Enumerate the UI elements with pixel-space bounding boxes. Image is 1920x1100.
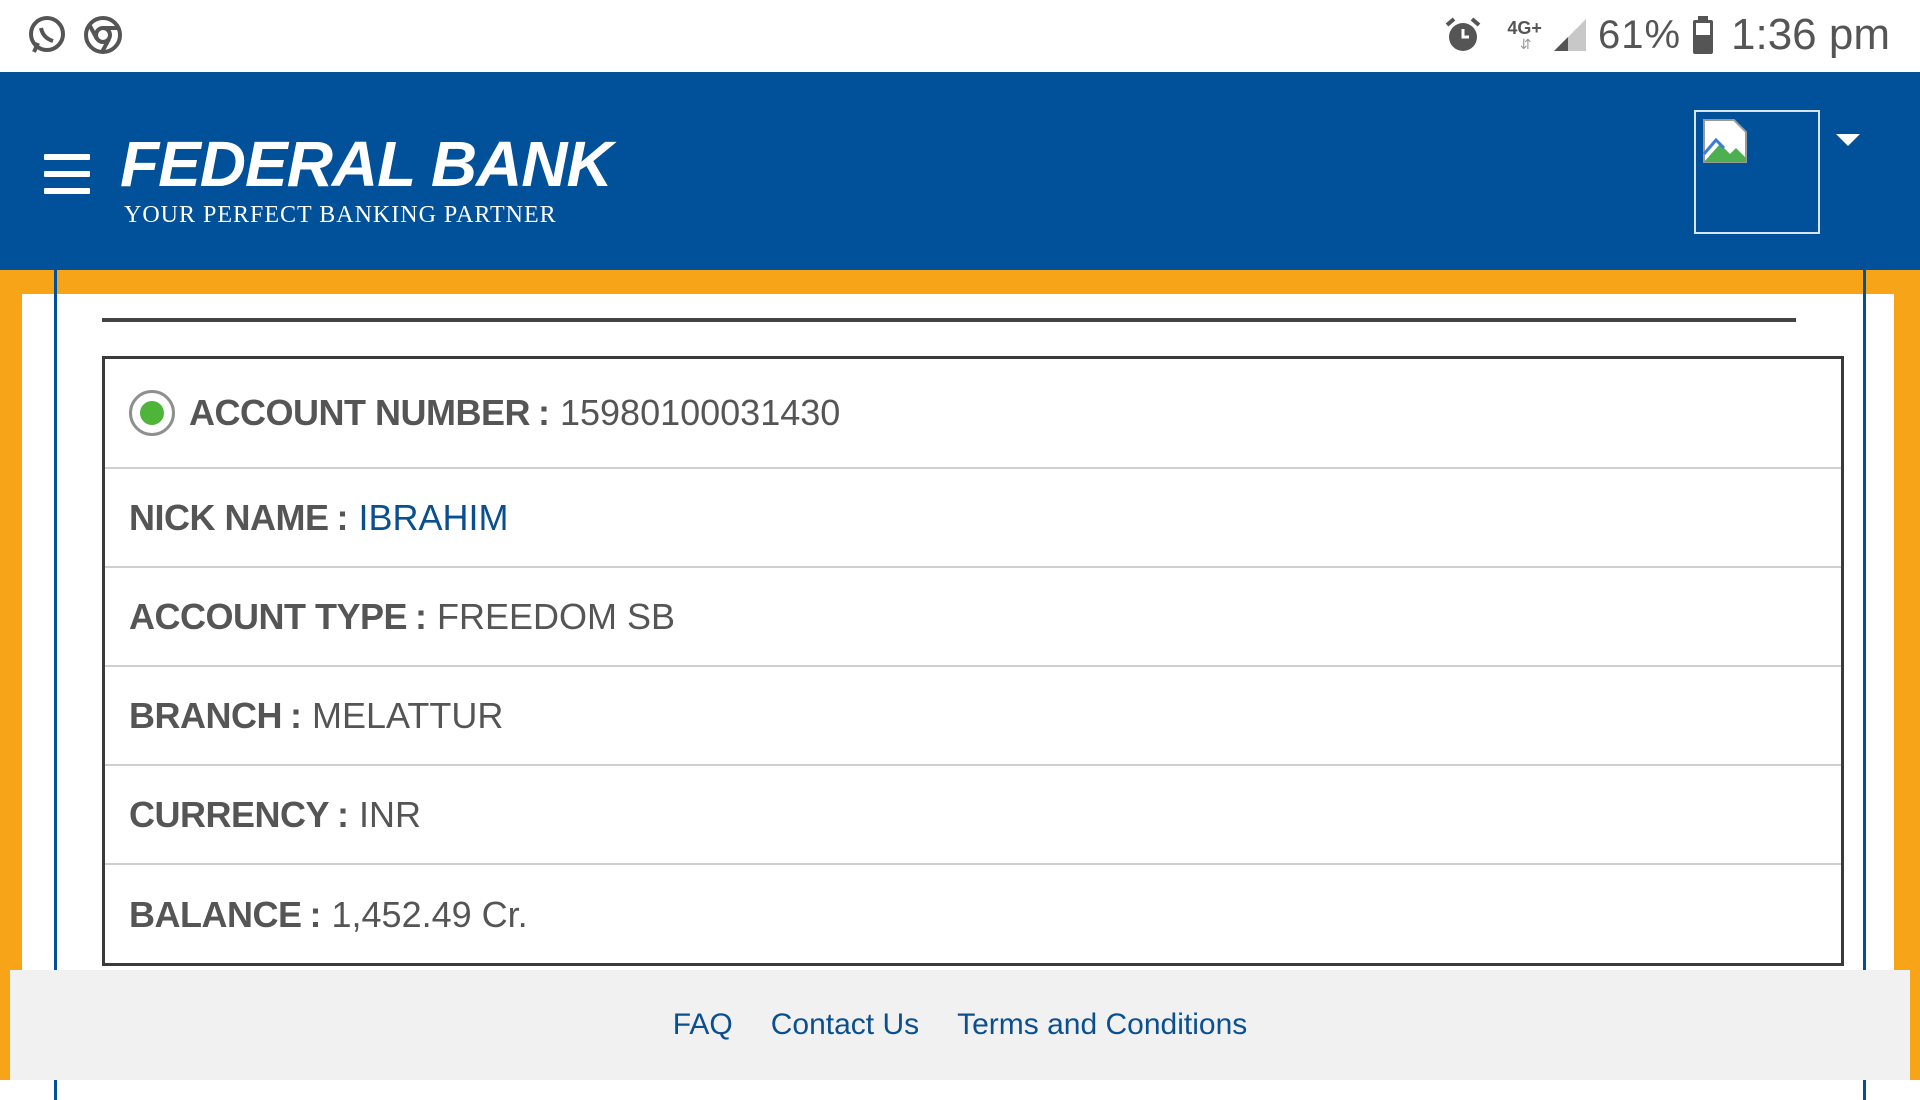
radio-selected-dot — [140, 401, 164, 425]
network-type: 4G+ — [1507, 18, 1542, 38]
brand-tagline: YOUR PERFECT BANKING PARTNER — [124, 202, 557, 228]
colon-separator: : — [290, 694, 302, 736]
data-arrows-icon: ⇵ — [1519, 36, 1532, 52]
network-indicator: 4G+ ⇵ — [1507, 19, 1542, 51]
colon-separator: : — [337, 793, 350, 835]
branch-label: BRANCH — [129, 694, 283, 736]
currency-row: CURRENCY : INR — [105, 766, 1841, 865]
colon-separator: : — [309, 893, 322, 935]
hamburger-menu-icon[interactable] — [44, 154, 90, 194]
currency-value: INR — [359, 793, 422, 835]
battery-icon — [1693, 16, 1714, 54]
branch-value: MELATTUR — [312, 694, 504, 736]
chrome-icon — [84, 16, 122, 54]
system-status: 4G+ ⇵ 61% 1:36 pm — [1443, 10, 1890, 60]
app-header: FEDERAL BANK YOUR PERFECT BANKING PARTNE… — [0, 72, 1920, 270]
footer-link-terms[interactable]: Terms and Conditions — [957, 1008, 1247, 1042]
profile-dropdown-caret-icon[interactable] — [1836, 134, 1860, 146]
alarm-icon — [1446, 17, 1481, 51]
broken-image-icon — [1702, 119, 1747, 163]
account-number-value: 15980100031430 — [559, 392, 841, 433]
account-select-radio[interactable] — [129, 390, 175, 436]
brand-logo-name: FEDERAL BANK — [120, 128, 613, 200]
colon-separator: : — [415, 595, 428, 637]
colon-separator: : — [336, 496, 349, 538]
account-number-row[interactable]: ACCOUNT NUMBER : 15980100031430 — [105, 359, 1841, 469]
account-type-value: FREEDOM SB — [437, 595, 676, 637]
account-number-label: ACCOUNT NUMBER — [189, 392, 530, 433]
footer-link-faq[interactable]: FAQ — [673, 1008, 733, 1042]
balance-row: BALANCE : 1,452.49 Cr. — [105, 865, 1841, 964]
battery-percent: 61% — [1597, 12, 1682, 57]
nick-name-row: NICK NAME : IBRAHIM — [105, 469, 1841, 568]
account-details-table: ACCOUNT NUMBER : 15980100031430 NICK NAM… — [102, 356, 1844, 966]
footer: FAQ Contact Us Terms and Conditions — [10, 970, 1910, 1080]
footer-link-contact-us[interactable]: Contact Us — [771, 1008, 919, 1042]
content-area: ACCOUNT NUMBER : 15980100031430 NICK NAM… — [22, 270, 1894, 1100]
content-frame: ACCOUNT NUMBER : 15980100031430 NICK NAM… — [0, 270, 1920, 1100]
branch-row: BRANCH : MELATTUR — [105, 667, 1841, 766]
divider — [102, 318, 1796, 322]
profile-image-button[interactable] — [1694, 110, 1820, 234]
whatsapp-icon — [29, 16, 65, 53]
account-type-row: ACCOUNT TYPE : FREEDOM SB — [105, 568, 1841, 667]
notification-icons — [26, 14, 124, 56]
balance-label: BALANCE — [129, 893, 302, 935]
balance-value: 1,452.49 Cr. — [331, 893, 528, 935]
status-bar: 4G+ ⇵ 61% 1:36 pm — [0, 0, 1920, 72]
colon-separator: : — [537, 392, 550, 433]
currency-label: CURRENCY — [129, 793, 330, 835]
signal-icon — [1553, 19, 1586, 51]
clock: 1:36 pm — [1731, 10, 1890, 59]
account-type-label: ACCOUNT TYPE — [129, 595, 408, 637]
nick-name-label: NICK NAME — [129, 496, 329, 538]
nick-name-value: IBRAHIM — [358, 496, 509, 538]
